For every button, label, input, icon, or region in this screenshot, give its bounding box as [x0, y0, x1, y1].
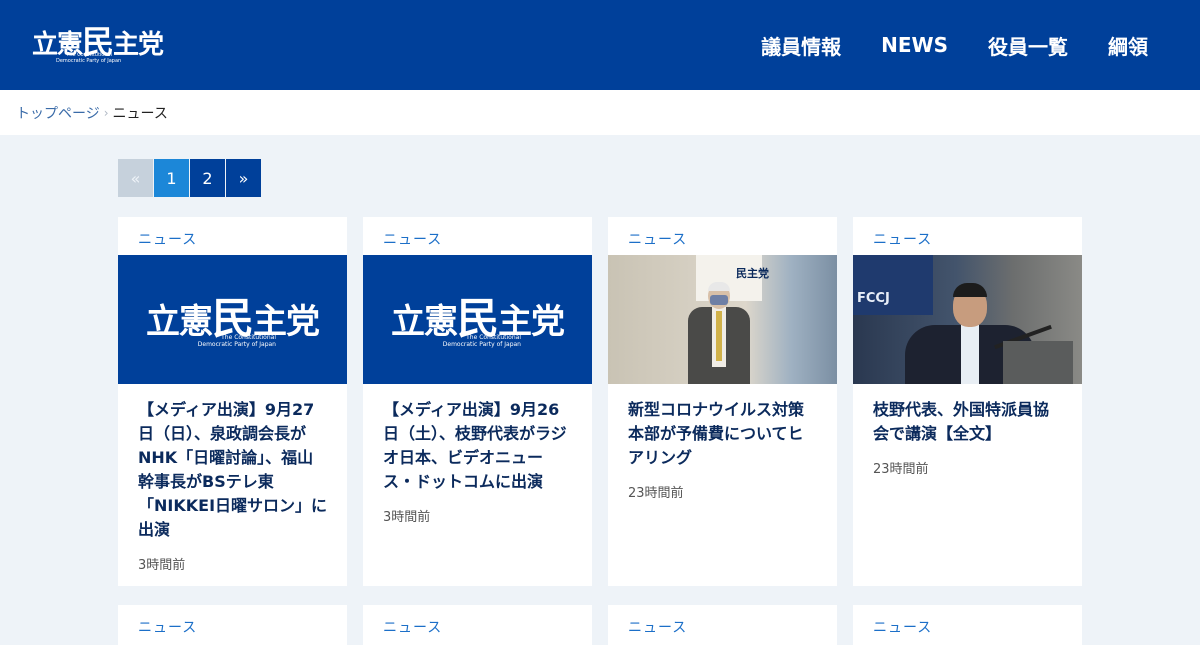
news-card[interactable]: ニュース — [118, 605, 347, 645]
card-thumbnail[interactable]: FCCJ — [853, 255, 1082, 384]
card-title[interactable]: 新型コロナウイルス対策本部が予備費についてヒアリング — [608, 384, 837, 470]
card-category[interactable]: ニュース — [853, 217, 1082, 255]
nav-platform[interactable]: 綱領 — [1108, 31, 1148, 60]
breadcrumb: トップページ › ニュース — [0, 90, 1200, 135]
card-category[interactable]: ニュース — [608, 605, 837, 643]
pagination-page-2[interactable]: 2 — [190, 159, 225, 197]
card-title[interactable]: 【メディア出演】9月27日（日）、泉政調会長がNHK「日曜討論」、福山幹事長がB… — [118, 384, 347, 542]
card-title[interactable]: 枝野代表、外国特派員協会で講演【全文】 — [853, 384, 1082, 446]
pagination: « 1 2 » — [118, 159, 261, 197]
site-header: 立憲民主党 The Constitutional Democratic Party… — [0, 0, 1200, 90]
card-category[interactable]: ニュース — [363, 605, 592, 643]
card-time: 23時間前 — [628, 486, 684, 501]
card-category[interactable]: ニュース — [608, 217, 837, 255]
card-time: 3時間前 — [383, 510, 431, 525]
card-category[interactable]: ニュース — [118, 605, 347, 643]
pagination-page-1[interactable]: 1 — [154, 159, 189, 197]
card-category[interactable]: ニュース — [363, 217, 592, 255]
logo-subtitle: The Constitutional Democratic Party of Ja… — [56, 52, 122, 64]
card-thumbnail[interactable]: 民主党 — [608, 255, 837, 384]
card-time: 3時間前 — [138, 558, 186, 573]
nav-members[interactable]: 議員情報 — [761, 31, 841, 60]
breadcrumb-home[interactable]: トップページ — [16, 103, 100, 123]
pagination-prev[interactable]: « — [118, 159, 153, 197]
site-logo[interactable]: 立憲民主党 The Constitutional Democratic Party… — [32, 22, 172, 70]
news-card[interactable]: ニュース — [608, 605, 837, 645]
breadcrumb-current: ニュース — [112, 105, 168, 122]
nav-officers[interactable]: 役員一覧 — [988, 31, 1068, 60]
pagination-next[interactable]: » — [226, 159, 261, 197]
card-category[interactable]: ニュース — [853, 605, 1082, 643]
news-card[interactable]: ニュース 立憲民主党 The Constitutional Democratic … — [118, 217, 347, 586]
card-category[interactable]: ニュース — [118, 217, 347, 255]
nav-news[interactable]: NEWS — [881, 33, 948, 57]
news-card[interactable]: ニュース — [363, 605, 592, 645]
news-card[interactable]: ニュース — [853, 605, 1082, 645]
news-card[interactable]: ニュース FCCJ 枝野代表、外国特派員協会で講演【全文】 23時間前 — [853, 217, 1082, 586]
card-time: 23時間前 — [873, 462, 929, 477]
chevron-right-icon: › — [103, 105, 109, 120]
card-thumbnail[interactable]: 立憲民主党 The Constitutional Democratic Party… — [363, 255, 592, 384]
card-title[interactable]: 【メディア出演】9月26日（土）、枝野代表がラジオ日本、ビデオニュース・ドットコ… — [363, 384, 592, 494]
news-card[interactable]: ニュース 民主党 新型コロナウイルス対策本部が予備費についてヒアリング 23時間… — [608, 217, 837, 586]
main-nav: 議員情報 NEWS 役員一覧 綱領 — [761, 0, 1148, 90]
news-card[interactable]: ニュース 立憲民主党 The Constitutional Democratic … — [363, 217, 592, 586]
card-thumbnail[interactable]: 立憲民主党 The Constitutional Democratic Party… — [118, 255, 347, 384]
